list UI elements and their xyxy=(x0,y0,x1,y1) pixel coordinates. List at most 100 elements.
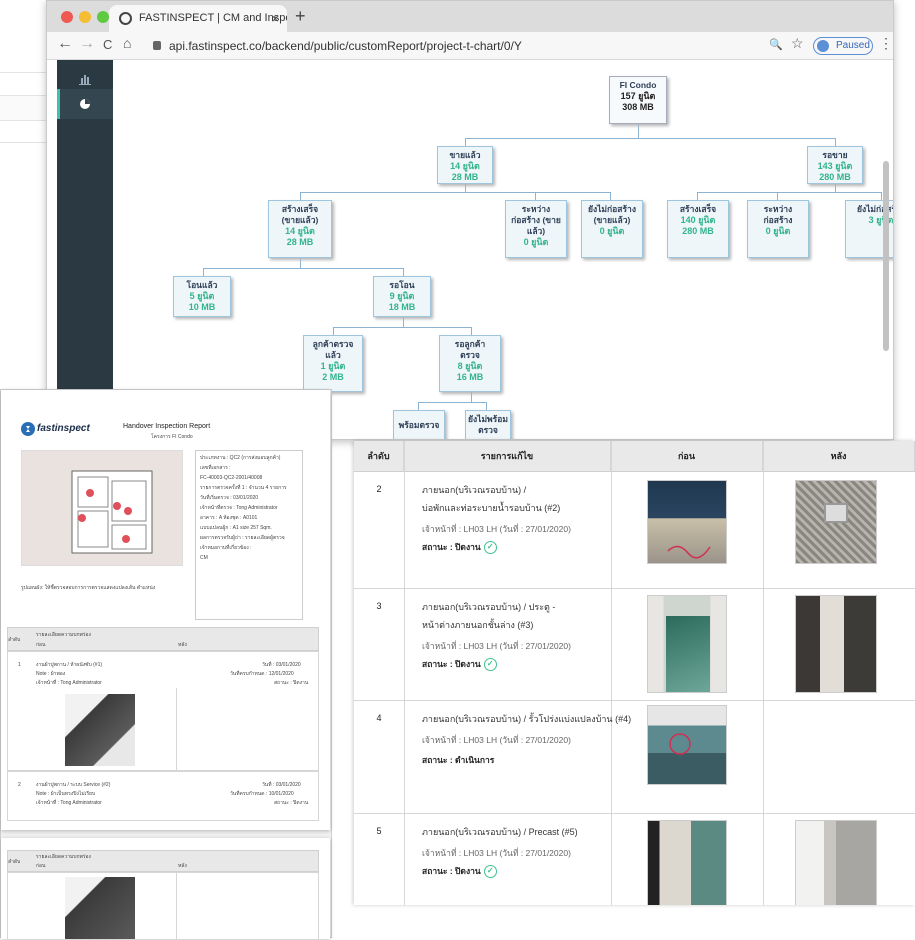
before-photo[interactable] xyxy=(647,820,727,905)
item-due: วันที่ครบกำหนด : 10/01/2020 xyxy=(230,791,294,797)
row-meta: เจ้าหน้าที่ : LH03 LH (วันที่ : 27/01/20… xyxy=(422,735,571,745)
after-photo[interactable] xyxy=(795,480,877,564)
chart-edge xyxy=(465,138,466,146)
browser-tab[interactable]: FASTINSPECT | CM and Inspec × xyxy=(109,5,287,32)
globe-icon xyxy=(119,12,132,25)
node-title: พร้อมตรวจ xyxy=(398,420,440,430)
table-row: 1 งานผ้าปูพกาน / ห้าผนังซับ (#1) Note : … xyxy=(7,651,319,772)
node-root[interactable]: FI Condo 157 ยูนิต 308 MB xyxy=(609,76,667,124)
node-title-line2: ตรวจ xyxy=(460,350,480,360)
node-for-sale[interactable]: รอขาย 143 ยูนิต 280 MB xyxy=(807,146,863,184)
info-line: CM xyxy=(200,555,208,561)
header-after: หลัง xyxy=(763,441,915,472)
node-title: ขายแล้ว xyxy=(449,150,481,160)
home-button[interactable]: ⌂ xyxy=(123,35,131,51)
row-meta: เจ้าหน้าที่ : LH03 LH (วันที่ : 27/01/20… xyxy=(422,848,571,858)
item-num: 1 xyxy=(18,662,21,668)
before-photo[interactable] xyxy=(647,705,727,785)
chart-edge xyxy=(300,192,610,193)
plan-caption: รูปแผนผัง: ให้ชี้ตรวจสอบการการตรวจแสดงแป… xyxy=(21,585,156,591)
defect-table-header: ลำดับ รายละเอียดความบกพร่อง ก่อน หลัง xyxy=(7,850,319,872)
after-photo[interactable] xyxy=(795,595,877,693)
col-before: ก่อน xyxy=(36,642,46,648)
node-size: 280 MB xyxy=(682,226,714,236)
node-transferred[interactable]: โอนแล้ว 5 ยูนิต 10 MB xyxy=(173,276,231,317)
zoom-icon[interactable]: 🔍 xyxy=(769,38,783,51)
url-field[interactable]: api.fastinspect.co/backend/public/custom… xyxy=(147,36,837,56)
forward-button[interactable]: → xyxy=(79,35,95,53)
reload-button[interactable]: C xyxy=(103,37,112,52)
menu-icon[interactable]: ⋮ xyxy=(879,35,893,52)
node-inspected[interactable]: ลูกค้าตรวจ แล้ว 1 ยูนิต 2 MB xyxy=(303,335,363,392)
node-size: 28 MB xyxy=(451,172,479,182)
node-sale-building[interactable]: ระหว่าง ก่อสร้าง 0 ยูนิต xyxy=(747,200,809,258)
node-title-line2: ก่อสร้าง xyxy=(763,215,793,225)
row-title-line2: บ่อพักและท่อระบายน้ำรอบบ้าน (#2) xyxy=(422,503,561,513)
node-title: ยังไม่พร้อม xyxy=(468,414,508,424)
node-size: 18 MB xyxy=(388,302,416,312)
org-chart-area: FI Condo 157 ยูนิต 308 MB ขายแล้ว 14 ยูน… xyxy=(113,60,893,439)
node-sold-not-built[interactable]: ยังไม่ก่อสร้าง (ขายแล้ว) 0 ยูนิต xyxy=(581,200,643,258)
node-wait-transfer[interactable]: รอโอน 9 ยูนิต 18 MB xyxy=(373,276,431,317)
node-units: 0 ยูนิต xyxy=(765,226,791,236)
node-ready[interactable]: พร้อมตรวจ xyxy=(393,410,445,439)
after-photo[interactable] xyxy=(795,820,877,905)
chart-edge xyxy=(203,268,403,269)
chart-edge xyxy=(333,327,471,328)
row-status: สถานะ : ปิดงาน ✓ xyxy=(422,540,497,555)
node-not-ready[interactable]: ยังไม่พร้อม ตรวจ xyxy=(465,410,511,439)
chart-edge xyxy=(300,192,301,200)
row-status: สถานะ : ปิดงาน ✓ xyxy=(422,864,497,879)
node-sold-building[interactable]: ระหว่าง ก่อสร้าง (ขาย แล้ว) 0 ยูนิต xyxy=(505,200,567,258)
chart-edge xyxy=(465,138,835,139)
row-title: ภายนอก(บริเวณรอบบ้าน) / xyxy=(422,485,527,495)
report-project: โครงการ FI Condo xyxy=(151,434,193,440)
annotation-mark xyxy=(667,545,711,559)
chart-edge xyxy=(300,258,301,268)
node-units: 0 ยูนิต xyxy=(523,237,549,247)
chart-edge xyxy=(471,327,472,335)
scrollbar[interactable] xyxy=(883,161,889,351)
item-due: วันที่ครบกำหนด : 12/01/2020 xyxy=(230,671,294,677)
new-tab-button[interactable]: + xyxy=(295,6,306,27)
before-photo[interactable] xyxy=(647,480,727,564)
info-line: เจ้าหน้าที่ตรวจ : Tong Administrator xyxy=(200,505,278,511)
header-item: รายการแก้ไข xyxy=(404,441,611,472)
row-status-text: สถานะ : ปิดงาน xyxy=(422,542,481,552)
col-after: หลัง xyxy=(178,863,187,869)
node-size: 308 MB xyxy=(622,102,654,112)
item-date: วันที่ : 03/01/2020 xyxy=(262,662,301,668)
tab-bar: FASTINSPECT | CM and Inspec × + xyxy=(47,1,893,32)
node-wait-inspect[interactable]: รอลูกค้า ตรวจ 8 ยูนิต 16 MB xyxy=(439,335,501,392)
bookmark-star-icon[interactable]: ☆ xyxy=(791,35,804,52)
chart-edge xyxy=(403,317,404,327)
sidebar-item-pie[interactable] xyxy=(57,89,113,119)
table-row: 2 ภายนอก(บริเวณรอบบ้าน) / บ่อพักและท่อระ… xyxy=(354,472,915,589)
chart-edge xyxy=(638,124,639,138)
info-line: เจ้าหมอกาบที่เกี่ยวข้อง : xyxy=(200,545,252,551)
node-units: 157 ยูนิต xyxy=(620,91,656,101)
floor-plan-drawing xyxy=(71,470,153,554)
info-line: แบบแปลนผู้ก : A1 size 257 Sqm. xyxy=(200,525,272,531)
col-detail: รายละเอียดความบกพร่อง xyxy=(36,854,91,860)
node-sale-built[interactable]: สร้างเสร็จ 140 ยูนิต 280 MB xyxy=(667,200,729,258)
divider xyxy=(176,688,177,772)
minimize-window-button[interactable] xyxy=(79,11,91,23)
node-sold[interactable]: ขายแล้ว 14 ยูนิต 28 MB xyxy=(437,146,493,184)
row-num: 3 xyxy=(376,601,382,611)
node-title: สร้างเสร็จ xyxy=(679,204,717,214)
check-circle-icon: ✓ xyxy=(483,865,497,879)
header-before: ก่อน xyxy=(611,441,763,472)
before-photo[interactable] xyxy=(647,595,727,693)
node-units: 1 ยูนิต xyxy=(320,361,346,371)
chart-edge xyxy=(881,192,882,200)
profile-paused-button[interactable]: Paused xyxy=(813,37,873,55)
tab-title: FASTINSPECT | CM and Inspec xyxy=(139,12,287,24)
close-window-button[interactable] xyxy=(61,11,73,23)
node-sold-built[interactable]: สร้างเสร็จ (ขายแล้ว) 14 ยูนิต 28 MB xyxy=(268,200,332,258)
maximize-window-button[interactable] xyxy=(97,11,109,23)
back-button[interactable]: ← xyxy=(57,35,73,53)
chart-edge xyxy=(697,192,698,200)
chart-edge xyxy=(465,184,466,192)
tab-close-icon[interactable]: × xyxy=(271,5,279,32)
